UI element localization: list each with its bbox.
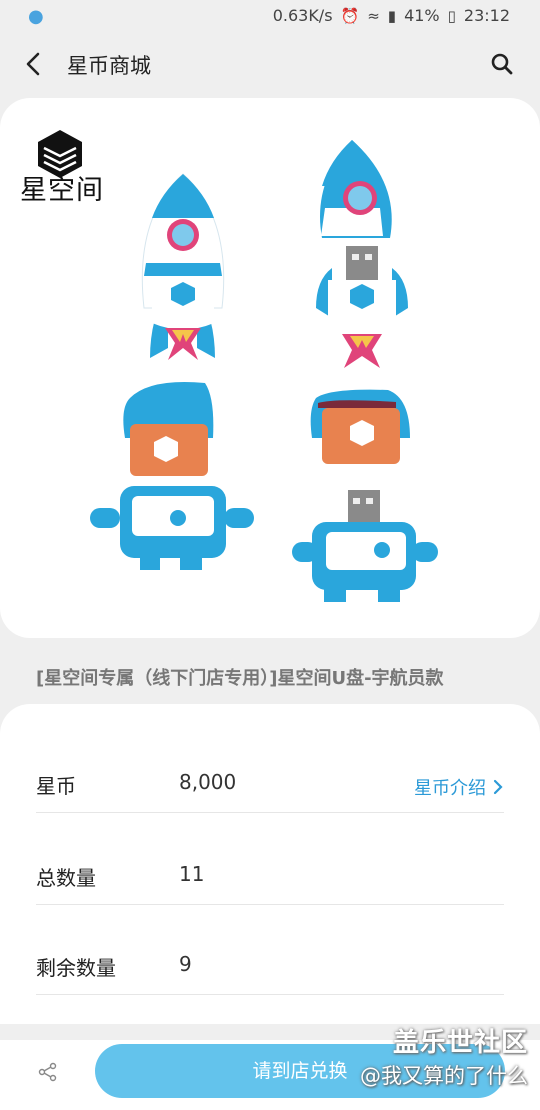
rocket-closed-icon (141, 173, 225, 360)
details-panel: 星币 8,000 星币介绍 总数量 11 剩余数量 9 (0, 704, 540, 1024)
product-image[interactable]: 星空间 (0, 98, 540, 638)
qq-notification-icon: ● (28, 6, 44, 27)
total-value: 11 (179, 862, 205, 886)
product-illustration (90, 140, 438, 602)
remaining-value: 9 (179, 952, 192, 976)
back-arrow-icon[interactable] (22, 50, 46, 78)
total-label: 总数量 (36, 866, 96, 890)
row-price: 星币 8,000 星币介绍 (36, 722, 504, 813)
alarm-icon: ⏰ (340, 6, 360, 25)
watermark-user: @我又算的了什么 (360, 1064, 528, 1088)
remaining-label: 剩余数量 (36, 956, 116, 980)
price-label: 星币 (36, 774, 76, 798)
chevron-right-icon (493, 779, 503, 795)
coin-intro-label: 星币介绍 (414, 778, 486, 799)
coin-intro-link[interactable]: 星币介绍 (414, 774, 504, 800)
battery-level: 41% (404, 6, 440, 25)
search-icon[interactable] (490, 52, 514, 76)
page-title: 星币商城 (67, 54, 151, 78)
row-total: 总数量 11 (36, 814, 504, 905)
app-header: 星币商城 (0, 36, 540, 92)
signal-icon: ▮ (387, 6, 397, 25)
rocket-usb-icon (316, 140, 408, 368)
product-title: [星空间专属（线下门店专用）]星空间U盘-宇航员款 (36, 668, 444, 689)
status-bar: ● 0.63K/s ⏰ ≈ ▮ 41% ▯ 23:12 (0, 0, 540, 34)
status-indicators: 0.63K/s ⏰ ≈ ▮ 41% ▯ 23:12 (273, 6, 510, 25)
astronaut-usb-icon (292, 389, 438, 602)
clock: 23:12 (463, 6, 510, 25)
network-speed: 0.63K/s (272, 6, 333, 25)
battery-icon: ▯ (447, 6, 456, 25)
astronaut-closed-icon (90, 382, 254, 570)
price-value: 8,000 (179, 770, 237, 794)
row-remaining: 剩余数量 9 (36, 904, 504, 995)
share-icon[interactable] (38, 1062, 58, 1082)
watermark-community: 盖乐世社区 (392, 1028, 528, 1058)
wifi-icon: ≈ (367, 6, 380, 25)
